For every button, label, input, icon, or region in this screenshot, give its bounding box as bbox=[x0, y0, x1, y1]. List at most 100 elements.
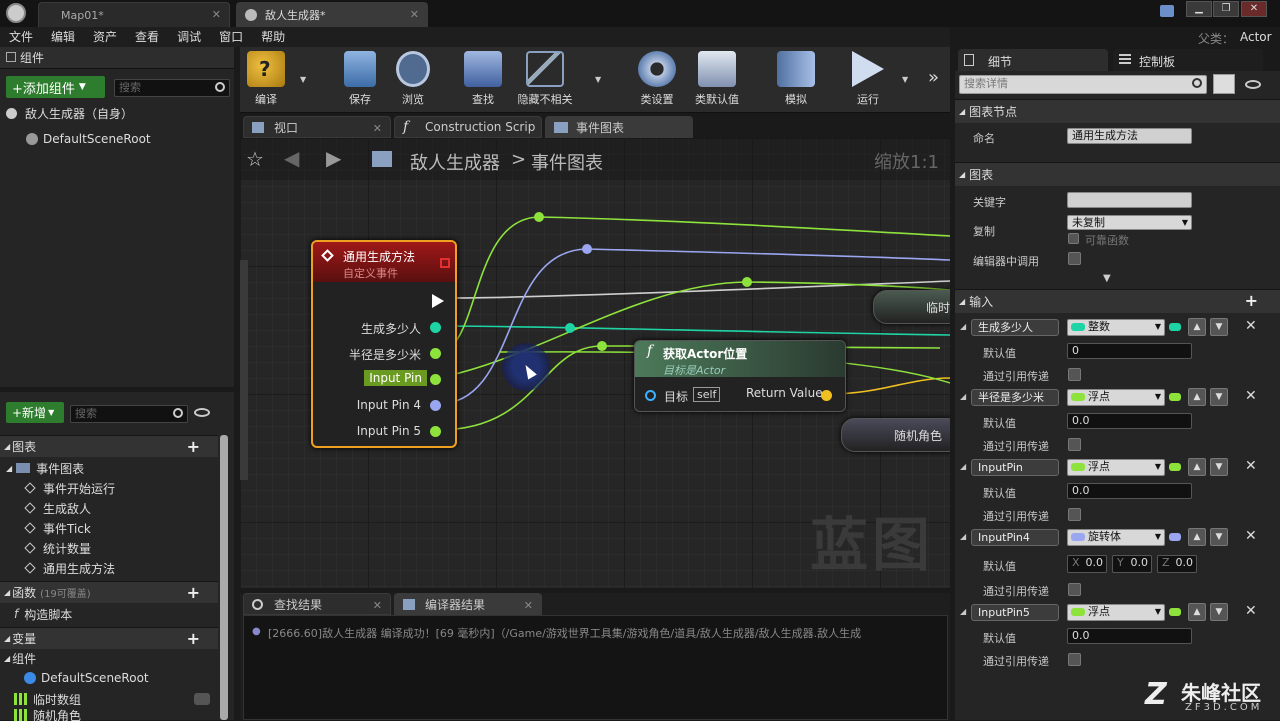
add-graph-icon[interactable]: + bbox=[187, 437, 200, 456]
menu-debug[interactable]: 调试 bbox=[168, 27, 210, 47]
close-icon[interactable]: ✕ bbox=[524, 599, 533, 612]
param-name-input[interactable]: InputPin5 bbox=[971, 604, 1059, 621]
remove-input-icon[interactable]: ✕ bbox=[1245, 388, 1257, 404]
menu-view[interactable]: 查看 bbox=[126, 27, 168, 47]
compile-button[interactable]: ? 编译 bbox=[236, 51, 296, 107]
variables-section-header[interactable]: ◢ 变量 + bbox=[0, 627, 218, 649]
menu-edit[interactable]: 编辑 bbox=[42, 27, 84, 47]
new-button[interactable]: +新增 ▼ bbox=[6, 402, 64, 423]
custom-event-node[interactable]: 通用生成方法 自定义事件 生成多少人 半径是多少米 Input Pin Inpu… bbox=[311, 240, 457, 448]
param-type-dropdown[interactable]: 浮点 ▼ bbox=[1067, 389, 1165, 406]
chevron-down-icon[interactable]: ▼ bbox=[595, 75, 601, 84]
close-icon[interactable]: ✕ bbox=[373, 122, 382, 135]
replicate-dropdown[interactable]: 未复制 ▼ bbox=[1067, 215, 1192, 230]
graphs-section-header[interactable]: ◢ 图表 + bbox=[0, 435, 218, 457]
collapse-arrow-icon[interactable]: ◢ bbox=[960, 532, 966, 541]
rotator-y-input[interactable]: Y 0.0 bbox=[1112, 555, 1152, 573]
graph-node-section-header[interactable]: ◢ 图表节点 bbox=[955, 99, 1280, 123]
play-button[interactable]: 运行 bbox=[838, 51, 898, 107]
rotator-x-input[interactable]: X 0.0 bbox=[1067, 555, 1107, 573]
components-group-row[interactable]: ◢ 组件 bbox=[4, 648, 36, 668]
find-button[interactable]: 查找 bbox=[453, 51, 513, 107]
collapse-arrow-icon[interactable]: ◢ bbox=[960, 462, 966, 471]
tab-viewport[interactable]: 视口 ✕ bbox=[243, 116, 391, 138]
move-down-button[interactable]: ▼ bbox=[1210, 388, 1228, 406]
blueprint-graph-canvas[interactable]: ☆ ◀ ▶ 敌人生成器 > 事件图表 缩放1:1 通用生成方法 自定义事件 生成… bbox=[240, 138, 950, 588]
variable-row[interactable]: 临时数组 bbox=[14, 689, 210, 709]
move-down-button[interactable]: ▼ bbox=[1210, 603, 1228, 621]
tab-find-results[interactable]: 查找结果 ✕ bbox=[243, 593, 391, 615]
default-value-input[interactable]: 0.0 bbox=[1067, 483, 1192, 499]
class-defaults-button[interactable]: 类默认值 bbox=[687, 51, 747, 107]
add-component-button[interactable]: +添加组件 ▼ bbox=[6, 76, 105, 98]
class-settings-button[interactable]: 类设置 bbox=[627, 51, 687, 107]
keyword-input[interactable] bbox=[1067, 192, 1192, 208]
event-row[interactable]: 事件开始运行 bbox=[24, 478, 115, 498]
float-out-pin[interactable] bbox=[430, 374, 441, 385]
details-search-input[interactable]: 搜索详情 bbox=[959, 75, 1207, 94]
pass-by-ref-checkbox[interactable] bbox=[1068, 653, 1081, 666]
scrollbar[interactable] bbox=[220, 435, 228, 720]
rotator-z-input[interactable]: Z 0.0 bbox=[1157, 555, 1197, 573]
tab-map01[interactable]: Map01* ✕ bbox=[38, 2, 230, 27]
param-type-dropdown[interactable]: 浮点 ▼ bbox=[1067, 604, 1165, 621]
property-matrix-icon[interactable] bbox=[1213, 74, 1235, 94]
chevron-down-icon[interactable]: ▼ bbox=[902, 75, 908, 84]
move-down-button[interactable]: ▼ bbox=[1210, 318, 1228, 336]
add-variable-icon[interactable]: + bbox=[187, 629, 200, 648]
close-icon[interactable]: ✕ bbox=[212, 8, 221, 21]
component-child-row[interactable]: DefaultSceneRoot bbox=[26, 129, 151, 149]
remove-input-icon[interactable]: ✕ bbox=[1245, 603, 1257, 619]
remove-input-icon[interactable]: ✕ bbox=[1245, 458, 1257, 474]
move-up-button[interactable]: ▲ bbox=[1188, 528, 1206, 546]
collapse-arrow-icon[interactable]: ◢ bbox=[960, 607, 966, 616]
tab-enemy-spawner[interactable]: 敌人生成器* ✕ bbox=[236, 2, 428, 27]
inputs-section-header[interactable]: ◢ 输入 + bbox=[955, 289, 1280, 313]
name-input[interactable]: 通用生成方法 bbox=[1067, 128, 1192, 144]
param-name-input[interactable]: 半径是多少米 bbox=[971, 389, 1059, 406]
variable-row[interactable]: 随机角色 bbox=[14, 709, 81, 721]
float-out-pin[interactable] bbox=[430, 348, 441, 359]
delegate-pin[interactable] bbox=[440, 258, 450, 268]
event-graph-row[interactable]: ◢ 事件图表 bbox=[6, 458, 84, 478]
default-value-input[interactable]: 0.0 bbox=[1067, 628, 1192, 644]
graph-section-header[interactable]: ◢ 图表 bbox=[955, 162, 1280, 186]
add-function-icon[interactable]: + bbox=[187, 583, 200, 602]
save-button[interactable]: 保存 bbox=[330, 51, 390, 107]
pass-by-ref-checkbox[interactable] bbox=[1068, 438, 1081, 451]
exec-out-pin[interactable] bbox=[432, 294, 444, 308]
default-value-input[interactable]: 0 bbox=[1067, 343, 1192, 359]
default-value-input[interactable]: 0.0 bbox=[1067, 413, 1192, 429]
collapse-arrow-icon[interactable]: ◢ bbox=[960, 322, 966, 331]
param-type-dropdown[interactable]: 浮点 ▼ bbox=[1067, 459, 1165, 476]
hide-unrelated-button[interactable]: 隐藏不相关 bbox=[515, 51, 575, 107]
float-out-pin[interactable] bbox=[430, 426, 441, 437]
eye-icon[interactable] bbox=[194, 408, 210, 417]
browse-button[interactable]: 浏览 bbox=[383, 51, 443, 107]
tab-compiler-results[interactable]: 编译器结果 ✕ bbox=[394, 593, 542, 615]
event-row[interactable]: 通用生成方法 bbox=[24, 558, 115, 578]
variable-row[interactable]: DefaultSceneRoot bbox=[24, 668, 149, 688]
construction-script-row[interactable]: f 构造脚本 bbox=[14, 604, 72, 624]
pass-by-ref-checkbox[interactable] bbox=[1068, 368, 1081, 381]
menu-help[interactable]: 帮助 bbox=[252, 27, 294, 47]
target-in-pin[interactable] bbox=[645, 390, 656, 401]
component-root-row[interactable]: 敌人生成器（自身） bbox=[6, 103, 133, 123]
move-up-button[interactable]: ▲ bbox=[1188, 458, 1206, 476]
collapse-arrow-icon[interactable]: ◢ bbox=[960, 392, 966, 401]
tab-construction-script[interactable]: f Construction Scrip bbox=[394, 116, 542, 138]
get-actor-location-node[interactable]: f 获取Actor位置 目标是Actor 目标 self Return Valu… bbox=[634, 340, 846, 412]
add-input-icon[interactable]: + bbox=[1245, 291, 1258, 310]
move-up-button[interactable]: ▲ bbox=[1188, 318, 1206, 336]
close-icon[interactable]: ✕ bbox=[373, 599, 382, 612]
reliable-checkbox[interactable] bbox=[1068, 233, 1079, 244]
mybp-search-input[interactable]: 搜索 bbox=[70, 405, 188, 423]
partial-node-temp[interactable]: 临时 bbox=[873, 290, 950, 324]
param-type-dropdown[interactable]: 旋转体 ▼ bbox=[1067, 529, 1165, 546]
menu-file[interactable]: 文件 bbox=[0, 27, 42, 47]
event-row[interactable]: 事件Tick bbox=[24, 518, 91, 538]
rotator-out-pin[interactable] bbox=[430, 400, 441, 411]
variable-type-pill[interactable] bbox=[194, 693, 210, 705]
components-search-input[interactable]: 搜索 bbox=[114, 79, 230, 97]
eye-icon[interactable] bbox=[1245, 80, 1261, 89]
